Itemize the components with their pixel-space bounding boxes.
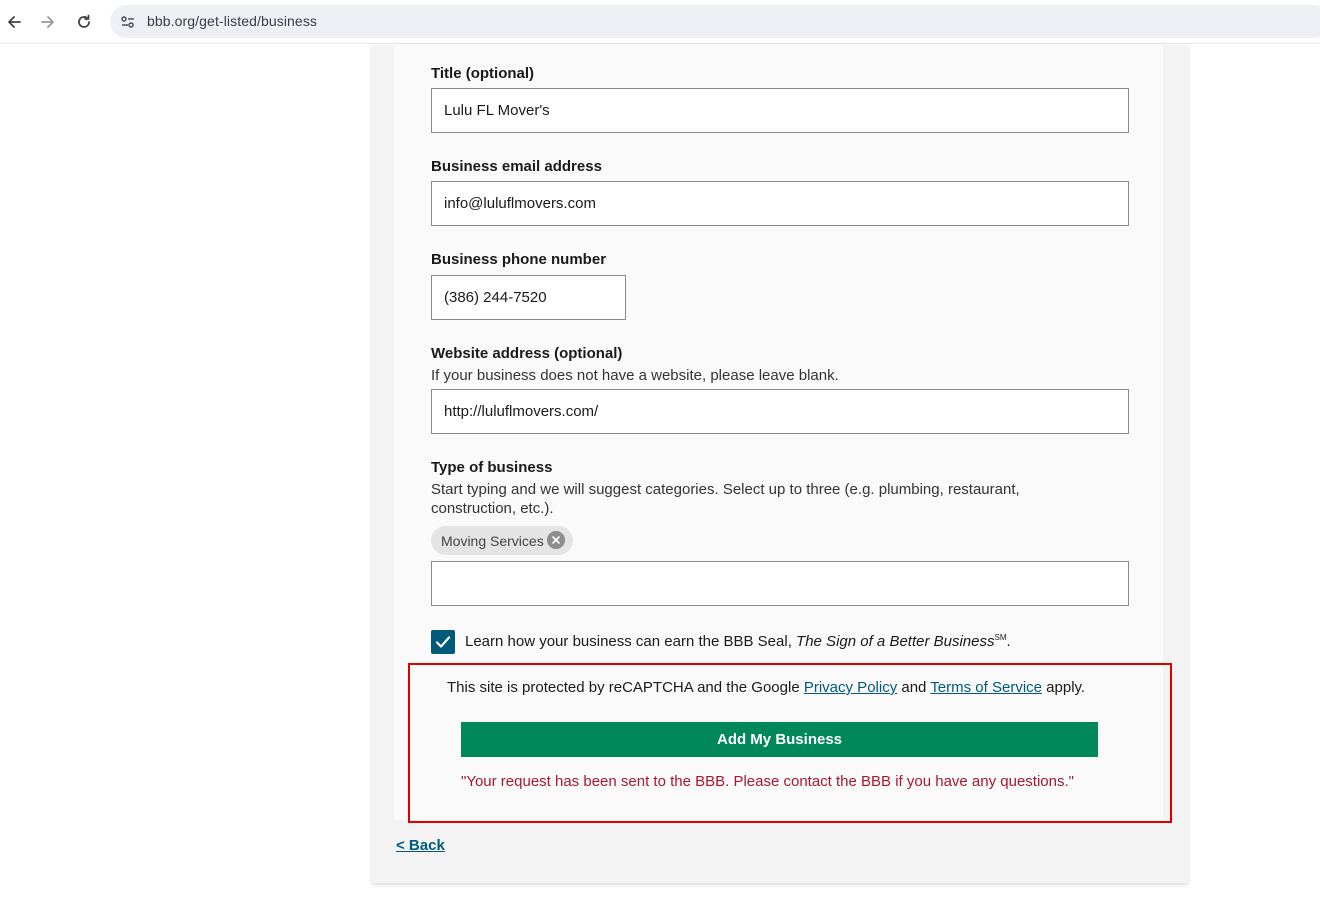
website-label: Website address (optional) — [431, 345, 623, 362]
status-message: "Your request has been sent to the BBB. … — [461, 773, 1074, 790]
title-input[interactable]: Lulu FL Mover's — [431, 88, 1129, 133]
website-input[interactable]: http://luluflmovers.com/ — [431, 389, 1129, 434]
service-mark: SM — [994, 633, 1007, 642]
category-chip: Moving Services — [431, 526, 573, 555]
seal-label-suffix: . — [1006, 633, 1011, 650]
privacy-policy-link[interactable]: Privacy Policy — [804, 679, 897, 696]
checkmark-icon — [435, 636, 451, 648]
phone-label: Business phone number — [431, 251, 607, 268]
seal-checkbox-label[interactable]: Learn how your business can earn the BBB… — [465, 633, 1011, 650]
seal-checkbox[interactable] — [431, 630, 455, 654]
browser-toolbar: bbb.org/get-listed/business — [0, 0, 1320, 44]
seal-label-prefix: Learn how your business can earn the BBB… — [465, 633, 797, 650]
back-link[interactable]: < Back — [396, 837, 445, 854]
email-input[interactable]: info@luluflmovers.com — [431, 181, 1129, 226]
category-chip-label: Moving Services — [441, 532, 544, 549]
add-my-business-button[interactable]: Add My Business — [461, 722, 1098, 757]
terms-of-service-link[interactable]: Terms of Service — [930, 679, 1042, 696]
title-label: Title (optional) — [431, 65, 535, 82]
business-type-label: Type of business — [431, 459, 553, 476]
website-help-text: If your business does not have a website… — [431, 367, 839, 384]
url-text: bbb.org/get-listed/business — [147, 13, 318, 29]
recaptcha-suffix: apply. — [1042, 679, 1086, 696]
business-type-help-text: Start typing and we will suggest categor… — [431, 481, 1020, 517]
recaptcha-and: and — [897, 679, 931, 696]
remove-chip-icon[interactable] — [547, 531, 565, 549]
recaptcha-notice: This site is protected by reCAPTCHA and … — [447, 679, 1085, 696]
seal-label-italic: The Sign of a Better Business — [796, 633, 995, 650]
business-type-input[interactable] — [431, 561, 1129, 606]
phone-input[interactable]: (386) 244-7520 — [431, 275, 626, 320]
recaptcha-prefix: This site is protected by reCAPTCHA and … — [447, 679, 804, 696]
site-info-icon[interactable] — [118, 12, 138, 32]
reload-icon[interactable] — [70, 8, 98, 36]
forward-arrow-icon[interactable] — [34, 8, 62, 36]
email-label: Business email address — [431, 158, 602, 175]
address-bar[interactable]: bbb.org/get-listed/business — [110, 5, 1320, 38]
back-arrow-icon[interactable] — [0, 8, 28, 36]
